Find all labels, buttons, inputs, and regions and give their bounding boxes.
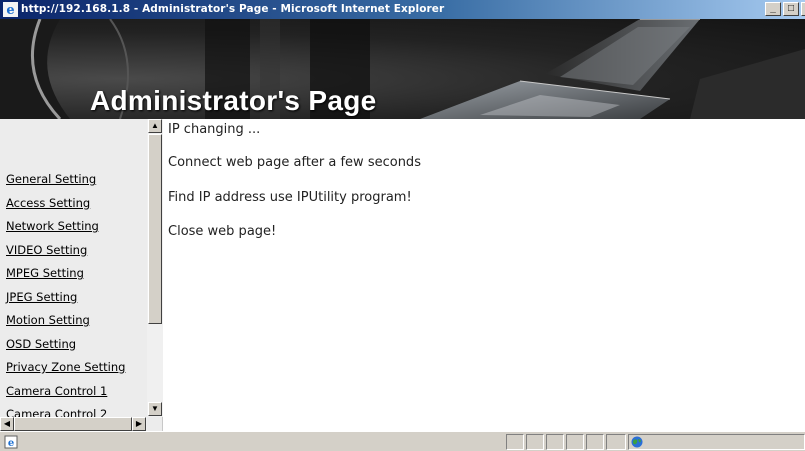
status-cell	[526, 434, 544, 450]
sidebar-item-jpeg-setting[interactable]: JPEG Setting	[0, 286, 146, 310]
sidebar-item-network-setting[interactable]: Network Setting	[0, 215, 146, 239]
status-message: Connect web page after a few seconds	[168, 155, 421, 170]
sidebar-item-motion-setting[interactable]: Motion Setting	[0, 309, 146, 333]
status-cell	[546, 434, 564, 450]
sidebar-vertical-scrollbar[interactable]: ▲ ▼	[147, 119, 163, 417]
ie-page-icon: e	[4, 435, 18, 449]
ie-icon: e	[3, 2, 18, 17]
scroll-up-arrow-icon[interactable]: ▲	[148, 119, 162, 133]
status-cell	[606, 434, 626, 450]
scroll-left-arrow-icon[interactable]: ◀	[0, 417, 14, 431]
window-titlebar[interactable]: e http://192.168.1.8 - Administrator's P…	[0, 0, 805, 19]
sidebar-item-video-setting[interactable]: VIDEO Setting	[0, 239, 146, 263]
sidebar: General Setting Access Setting Network S…	[0, 119, 163, 431]
sidebar-horizontal-scrollbar[interactable]: ◀ ▶	[0, 417, 147, 431]
status-message: IP changing ...	[168, 122, 261, 137]
close-button[interactable]: x	[801, 2, 805, 16]
horizontal-scroll-thumb[interactable]	[14, 417, 132, 431]
status-cell	[586, 434, 604, 450]
sidebar-item-osd-setting[interactable]: OSD Setting	[0, 333, 146, 357]
status-bar: e	[0, 431, 805, 451]
minimize-button[interactable]: _	[765, 2, 781, 16]
sidebar-item-general-setting[interactable]: General Setting	[0, 168, 146, 192]
globe-icon	[631, 436, 643, 448]
zone-panel	[628, 434, 805, 450]
sidebar-item-access-setting[interactable]: Access Setting	[0, 192, 146, 216]
status-message: Close web page!	[168, 224, 277, 239]
scroll-right-arrow-icon[interactable]: ▶	[132, 417, 146, 431]
sidebar-menu: General Setting Access Setting Network S…	[0, 168, 146, 417]
svg-text:e: e	[6, 3, 14, 17]
banner-title: Administrator's Page	[90, 85, 377, 116]
maximize-button[interactable]: □	[783, 2, 799, 16]
sidebar-item-mpeg-setting[interactable]: MPEG Setting	[0, 262, 146, 286]
header-banner: Administrator's Page	[0, 19, 805, 119]
sidebar-item-camera-control-2[interactable]: Camera Control 2	[0, 403, 146, 417]
window-title: http://192.168.1.8 - Administrator's Pag…	[21, 3, 445, 15]
svg-text:e: e	[8, 438, 14, 449]
status-cell	[566, 434, 584, 450]
sidebar-item-camera-control-1[interactable]: Camera Control 1	[0, 380, 146, 404]
status-cell	[506, 434, 524, 450]
status-message: Find IP address use IPUtility program!	[168, 190, 412, 205]
sidebar-item-privacy-zone-setting[interactable]: Privacy Zone Setting	[0, 356, 146, 380]
vertical-scroll-thumb[interactable]	[148, 134, 162, 324]
scroll-down-arrow-icon[interactable]: ▼	[148, 402, 162, 416]
main-content: IP changing ... Connect web page after a…	[166, 119, 805, 431]
